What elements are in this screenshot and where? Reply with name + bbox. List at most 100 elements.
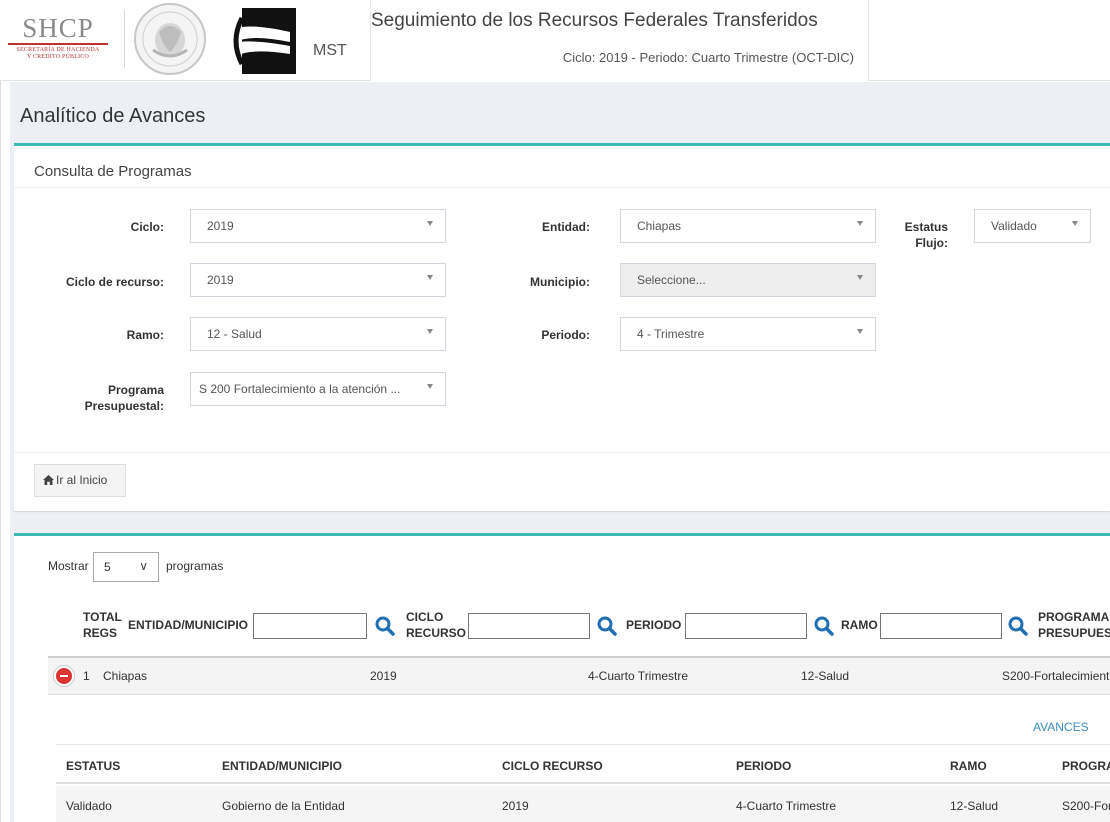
col-programa-presupuestal: PROGRAMA PRESUPUESTAL xyxy=(1038,609,1110,641)
left-border xyxy=(0,0,1,822)
search-icon[interactable] xyxy=(375,616,395,636)
ir-al-inicio-button[interactable]: Ir al Inicio xyxy=(34,464,126,497)
ir-al-inicio-label: Ir al Inicio xyxy=(56,473,108,487)
col-ramo: RAMO xyxy=(841,618,878,632)
detail-col-ramo: RAMO xyxy=(950,759,987,773)
municipio-label: Municipio: xyxy=(530,275,590,289)
detail-header-row: ESTATUS ENTIDAD/MUNICIPIO CICLO RECURSO … xyxy=(56,744,1110,784)
search-icon[interactable] xyxy=(597,616,617,636)
mostrar-label: Mostrar xyxy=(48,559,89,573)
caret-down-icon xyxy=(857,275,863,280)
ciclo-select[interactable]: 2019 xyxy=(190,209,446,243)
col-programa-line-2: PRESUPUESTAL xyxy=(1038,626,1110,640)
col-ciclo-line-1: CICLO xyxy=(406,610,444,624)
consulta-box: Consulta de Programas Ciclo: 2019 Ciclo … xyxy=(14,143,1110,511)
page-length-value: 5 xyxy=(104,560,111,574)
estatus-label: Estatus Flujo: xyxy=(876,219,948,251)
row-periodo: 4-Cuarto Trimestre xyxy=(588,669,689,683)
search-icon[interactable] xyxy=(814,616,834,636)
detail-ramo: 12-Salud xyxy=(950,799,999,813)
ciclo-recurso-label: Ciclo de recurso: xyxy=(65,275,164,289)
ramo-filter-input[interactable] xyxy=(880,613,1002,639)
detail-estatus: Validado xyxy=(66,799,112,813)
programa-label-line-2: Presupuestal: xyxy=(84,399,164,413)
home-icon xyxy=(43,475,54,485)
header: SHCP SECRETARÍA DE HACIENDA Y CRÉDITO PÚ… xyxy=(0,0,1110,81)
shcp-line-2: Y CRÉDITO PÚBLICO xyxy=(26,54,90,60)
detail-entidad: Gobierno de la Entidad xyxy=(222,799,345,813)
page-title: Analítico de Avances xyxy=(20,105,206,127)
entidad-select[interactable]: Chiapas xyxy=(620,209,876,243)
entidad-filter-input[interactable] xyxy=(253,613,367,639)
shcp-abbr: SHCP xyxy=(22,13,94,43)
ramo-label: Ramo: xyxy=(126,328,164,342)
estatus-value: Validado xyxy=(991,219,1037,233)
caret-down-icon xyxy=(427,221,433,226)
detail-row[interactable]: Validado Gobierno de la Entidad 2019 4-C… xyxy=(56,786,1110,822)
detail-col-entidad: ENTIDAD/MUNICIPIO xyxy=(222,759,342,773)
col-ciclo-line-2: RECURSO xyxy=(406,626,467,640)
logo-divider xyxy=(124,10,125,68)
detail-col-ciclo: CICLO RECURSO xyxy=(502,759,603,773)
chevron-down-icon: ∨ xyxy=(139,559,148,573)
consulta-footer-divider xyxy=(14,452,1110,453)
programa-label: Programa Presupuestal: xyxy=(54,382,164,414)
estatus-label-line-1: Estatus xyxy=(904,220,948,234)
programas-label: programas xyxy=(166,559,224,573)
ciclo-filter-input[interactable] xyxy=(468,613,590,639)
ciclo-recurso-value: 2019 xyxy=(207,273,234,287)
detail-col-periodo: PERIODO xyxy=(736,759,792,773)
detail-programa: S200-Fortalecimiento xyxy=(1062,799,1110,813)
ciclo-recurso-select[interactable]: 2019 xyxy=(190,263,446,297)
page-length-select[interactable]: 5 ∨ xyxy=(93,552,159,582)
consulta-title: Consulta de Programas xyxy=(34,163,192,180)
col-total-line-2: REGS xyxy=(83,626,118,640)
caret-down-icon xyxy=(1072,221,1078,226)
shcp-logo-bar xyxy=(8,43,108,45)
caret-down-icon xyxy=(857,221,863,226)
caret-down-icon xyxy=(427,384,433,389)
results-box: Mostrar 5 ∨ programas TOTAL REGS ENTIDAD… xyxy=(14,533,1110,822)
entidad-value: Chiapas xyxy=(637,219,682,233)
detail-col-estatus: ESTATUS xyxy=(66,759,121,773)
periodo-label: Periodo: xyxy=(541,328,590,342)
municipio-value: Seleccione... xyxy=(637,273,706,287)
row-ciclo: 2019 xyxy=(370,669,397,683)
title-box: Seguimiento de los Recursos Federales Tr… xyxy=(370,0,869,81)
ciclo-value: 2019 xyxy=(207,219,234,233)
programa-value: S 200 Fortalecimiento a la atención ... xyxy=(199,382,401,396)
row-ramo: 12-Salud xyxy=(801,669,850,683)
ciclo-label: Ciclo: xyxy=(130,220,164,234)
col-entidad-municipio: ENTIDAD/MUNICIPIO xyxy=(128,618,248,632)
shcp-logo: SHCP SECRETARÍA DE HACIENDA Y CRÉDITO PÚ… xyxy=(3,14,113,74)
search-icon[interactable] xyxy=(1008,616,1028,636)
detail-ciclo: 2019 xyxy=(502,799,529,813)
table-row[interactable]: 1 Chiapas 2019 4-Cuarto Trimestre 12-Sal… xyxy=(48,658,1110,694)
ramo-select[interactable]: 12 - Salud xyxy=(190,317,446,351)
col-programa-line-1: PROGRAMA xyxy=(1038,610,1110,624)
periodo-select[interactable]: 4 - Trimestre xyxy=(620,317,876,351)
minus-circle-icon[interactable] xyxy=(56,668,72,684)
programa-select[interactable]: S 200 Fortalecimiento a la atención ... xyxy=(190,372,446,406)
app-subtitle: Ciclo: 2019 - Periodo: Cuarto Trimestre … xyxy=(562,50,854,65)
periodo-filter-input[interactable] xyxy=(685,613,807,639)
mexico-seal-icon xyxy=(134,3,206,75)
avances-link[interactable]: AVANCES xyxy=(1033,720,1089,734)
app-title: Seguimiento de los Recursos Federales Tr… xyxy=(371,10,818,31)
municipio-select[interactable]: Seleccione... xyxy=(620,263,876,297)
caret-down-icon xyxy=(427,329,433,334)
detail-periodo: 4-Cuarto Trimestre xyxy=(736,799,837,813)
col-total-line-1: TOTAL xyxy=(83,610,122,624)
mst-label: MST xyxy=(313,42,347,59)
periodo-value: 4 - Trimestre xyxy=(637,327,705,341)
caret-down-icon xyxy=(857,329,863,334)
consulta-header: Consulta de Programas xyxy=(14,146,1110,188)
programa-label-line-1: Programa xyxy=(107,383,164,397)
estatus-select[interactable]: Validado xyxy=(974,209,1091,243)
row-programa: S200-Fortalecimiento xyxy=(1002,669,1110,683)
col-total-regs: TOTAL REGS xyxy=(83,609,122,641)
row-divider xyxy=(48,694,1110,695)
detail-col-programa: PROGRAMA xyxy=(1062,759,1110,773)
entidad-label: Entidad: xyxy=(542,220,590,234)
shcp-line-1: SECRETARÍA DE HACIENDA xyxy=(16,47,100,53)
